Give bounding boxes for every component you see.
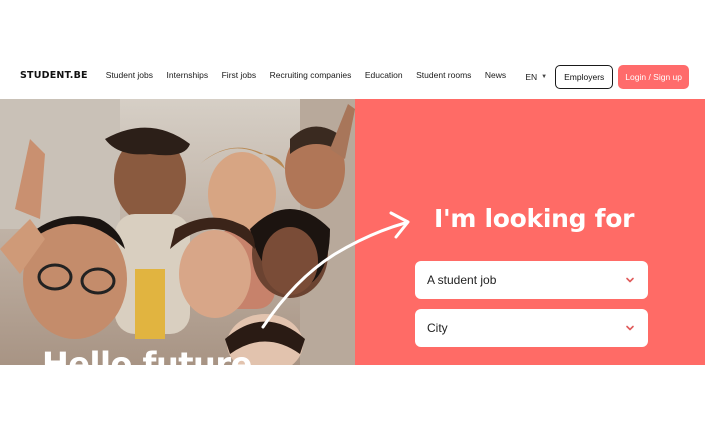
job-type-select-value: A student job (427, 273, 497, 287)
nav-link-student-jobs[interactable]: Student jobs (106, 70, 153, 80)
nav-link-internships[interactable]: Internships (167, 70, 209, 80)
employers-button[interactable]: Employers (555, 65, 614, 89)
nav-link-education[interactable]: Education (365, 70, 403, 80)
nav-link-student-rooms[interactable]: Student rooms (416, 70, 471, 80)
city-select[interactable]: City (415, 309, 648, 347)
nav-actions: EN ▼ Employers Login / Sign up (525, 65, 689, 89)
nav-link-news[interactable]: News (485, 70, 506, 80)
chevron-down-icon (626, 277, 634, 283)
hero-section: Hello future I'm looking for A student j… (0, 99, 705, 365)
caret-down-icon: ▼ (541, 74, 548, 80)
hero-caption: Hello future (42, 345, 252, 365)
site-logo[interactable]: STUDENT.BE (20, 70, 88, 81)
job-type-select[interactable]: A student job (415, 261, 648, 299)
city-select-value: City (427, 321, 448, 335)
chevron-down-icon (626, 325, 634, 331)
language-selector[interactable]: EN ▼ (525, 72, 547, 82)
page-frame: STUDENT.BE Student jobs Internships Firs… (0, 51, 705, 365)
nav-link-first-jobs[interactable]: First jobs (222, 70, 256, 80)
curved-arrow-icon (261, 211, 410, 329)
main-nav: Student jobs Internships First jobs Recr… (106, 70, 520, 80)
top-navbar: STUDENT.BE Student jobs Internships Firs… (0, 51, 705, 99)
hero-headline: I'm looking for (434, 204, 635, 233)
nav-link-recruiting-companies[interactable]: Recruiting companies (270, 70, 352, 80)
login-signup-button[interactable]: Login / Sign up (618, 65, 689, 89)
language-label: EN (525, 72, 538, 82)
